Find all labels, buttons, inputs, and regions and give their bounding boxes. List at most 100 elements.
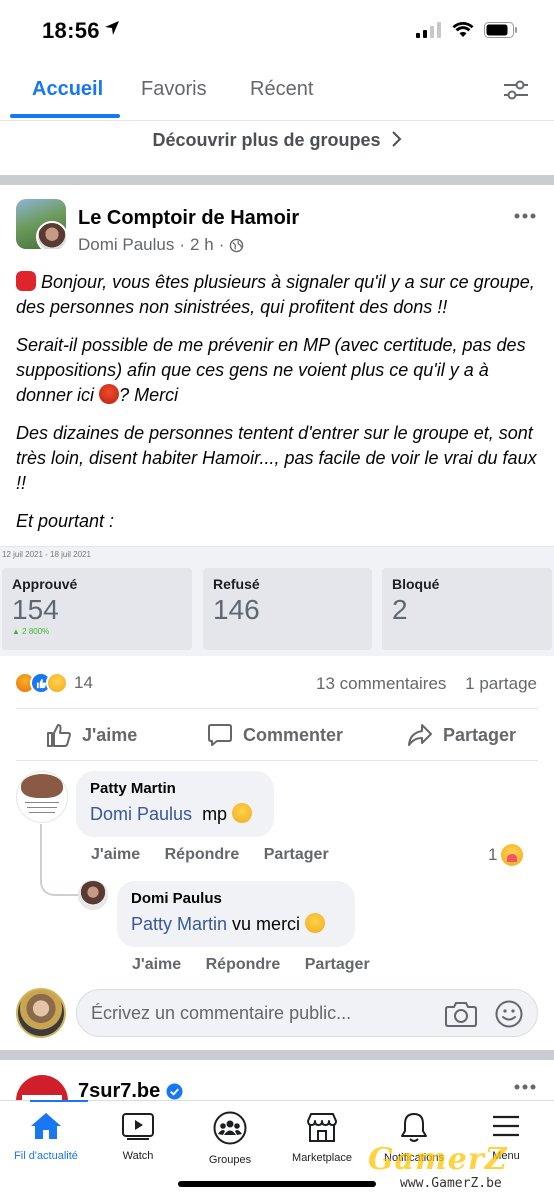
camera-icon[interactable] <box>445 1000 477 1028</box>
menu-icon <box>493 1115 519 1137</box>
stat-value: 2 <box>392 594 408 625</box>
comment-icon <box>208 724 232 746</box>
more-options-icon[interactable] <box>514 213 536 219</box>
comment-reaction-summary[interactable]: 1 <box>488 844 524 866</box>
home-indicator <box>178 1181 376 1187</box>
section-separator <box>0 1050 554 1060</box>
like-button[interactable]: J'aime <box>46 722 137 748</box>
commenter-avatar[interactable] <box>16 771 68 823</box>
post-time[interactable]: 2 h <box>190 235 214 255</box>
stop-sign-emoji-icon <box>16 271 36 291</box>
chevron-right-icon <box>391 131 401 147</box>
meta-dot: · <box>179 235 186 254</box>
comments-count[interactable]: 13 commentaires <box>316 674 446 693</box>
post-stats-image[interactable]: 12 juil 2021 - 18 juil 2021 Approuvé 154… <box>0 546 554 656</box>
stats-date-range: 12 juil 2021 - 18 juil 2021 <box>2 550 91 559</box>
reactions-summary[interactable]: 14 <box>14 672 93 694</box>
care-reaction-icon <box>501 844 524 866</box>
reply-author-name[interactable]: Domi Paulus <box>131 890 341 907</box>
post-author[interactable]: Domi Paulus <box>78 235 174 255</box>
reply-share-link[interactable]: Partager <box>305 956 370 973</box>
tabs-border <box>0 120 554 121</box>
comment-share-link[interactable]: Partager <box>264 846 329 863</box>
section-separator <box>0 175 554 185</box>
group-avatar[interactable] <box>16 199 66 249</box>
groups-icon <box>213 1111 247 1145</box>
reply-bubble: Domi Paulus Patty Martin vu merci <box>117 881 355 947</box>
post-body: Bonjour, vous êtes plusieurs à signaler … <box>16 270 544 547</box>
comment-actions: J'aime Répondre Partager <box>91 846 349 864</box>
emoji-picker-icon[interactable] <box>495 1000 523 1028</box>
active-tab-indicator <box>10 114 120 118</box>
watermark-logo: GamerZ <box>368 1142 508 1177</box>
filter-settings-icon[interactable] <box>502 78 530 102</box>
stat-card-refused: Refusé 146 <box>203 568 372 650</box>
reaction-count: 14 <box>74 673 93 692</box>
comment-like-link[interactable]: J'aime <box>91 846 140 863</box>
nav-groups[interactable]: Groupes <box>184 1101 276 1181</box>
location-arrow-icon <box>105 21 119 35</box>
comment-reply-link[interactable]: Répondre <box>165 846 240 863</box>
cellular-signal-icon <box>416 22 441 38</box>
comment-button[interactable]: Commenter <box>207 722 343 748</box>
comment-text: Domi Paulus mp <box>90 803 260 825</box>
nav-watch[interactable]: Watch <box>92 1101 184 1181</box>
wifi-icon <box>452 22 474 37</box>
reply-thread-line <box>40 824 80 896</box>
comment-input-placeholder: Écrivez un commentaire public... <box>91 1003 352 1023</box>
reply-like-link[interactable]: J'aime <box>132 956 181 973</box>
shares-count[interactable]: 1 partage <box>465 674 537 693</box>
group-name[interactable]: Le Comptoir de Hamoir <box>78 207 299 230</box>
status-indicators <box>416 22 518 38</box>
winking-emoji-icon <box>305 913 326 933</box>
next-post-avatar[interactable] <box>16 1075 68 1101</box>
comments-shares-summary: 13 commentaires 1 partage <box>316 674 537 694</box>
post-paragraph: Bonjour, vous êtes plusieurs à signaler … <box>16 271 535 317</box>
reply-mention[interactable]: Patty Martin <box>131 914 227 934</box>
status-bar: 18:56 <box>0 0 554 62</box>
home-icon <box>31 1113 61 1139</box>
tab-recent[interactable]: Récent <box>250 78 313 101</box>
battery-icon <box>484 22 517 38</box>
share-button[interactable]: Partager <box>407 722 516 748</box>
tab-favoris[interactable]: Favoris <box>141 78 207 101</box>
stat-card-approved: Approuvé 154 ▲ 2 800% <box>2 568 192 650</box>
current-user-avatar <box>16 988 66 1038</box>
nav-news-feed[interactable]: Fil d'actualité <box>0 1101 92 1181</box>
discover-groups-label: Découvrir plus de groupes <box>152 130 381 150</box>
post-meta: Domi Paulus · 2 h · <box>78 235 244 255</box>
nav-label: Groupes <box>208 1154 252 1166</box>
globe-icon <box>230 238 244 252</box>
commenter-name[interactable]: Patty Martin <box>90 780 260 797</box>
stat-change: ▲ 2 800% <box>12 627 50 636</box>
author-mini-avatar <box>36 221 66 249</box>
like-label: J'aime <box>82 724 138 745</box>
comment-label: Commenter <box>243 724 344 745</box>
post-header: Le Comptoir de Hamoir Domi Paulus · 2 h … <box>0 195 554 255</box>
meta-dot: · <box>218 235 225 254</box>
divider <box>16 708 538 709</box>
comment-input[interactable]: Écrivez un commentaire public... <box>76 989 538 1037</box>
stat-card-blocked: Bloqué 2 <box>382 568 552 650</box>
discover-groups-link[interactable]: Découvrir plus de groupes <box>0 130 554 170</box>
tab-accueil[interactable]: Accueil <box>32 78 103 101</box>
reply-author-avatar[interactable] <box>78 880 108 910</box>
divider <box>16 760 538 761</box>
angry-cursing-emoji-icon <box>99 384 120 404</box>
verified-badge-icon <box>166 1083 183 1100</box>
reply-text: Patty Martin vu merci <box>131 913 341 935</box>
marketplace-icon <box>307 1113 337 1142</box>
sad-reaction-icon <box>46 672 68 694</box>
nav-marketplace[interactable]: Marketplace <box>276 1101 368 1181</box>
nav-label: Fil d'actualité <box>14 1150 78 1162</box>
bell-icon <box>401 1113 427 1142</box>
stat-label: Bloqué <box>392 576 440 592</box>
share-arrow-icon <box>408 724 432 746</box>
thumbs-up-icon <box>47 724 71 747</box>
comment-mention[interactable]: Domi Paulus <box>90 804 192 824</box>
reply-reply-link[interactable]: Répondre <box>206 956 281 973</box>
more-options-icon[interactable] <box>514 1084 536 1090</box>
post-paragraph: Et pourtant : <box>16 511 115 531</box>
stat-value: 146 <box>213 594 260 625</box>
watermark-url: www.GamerZ.be <box>400 1176 502 1191</box>
